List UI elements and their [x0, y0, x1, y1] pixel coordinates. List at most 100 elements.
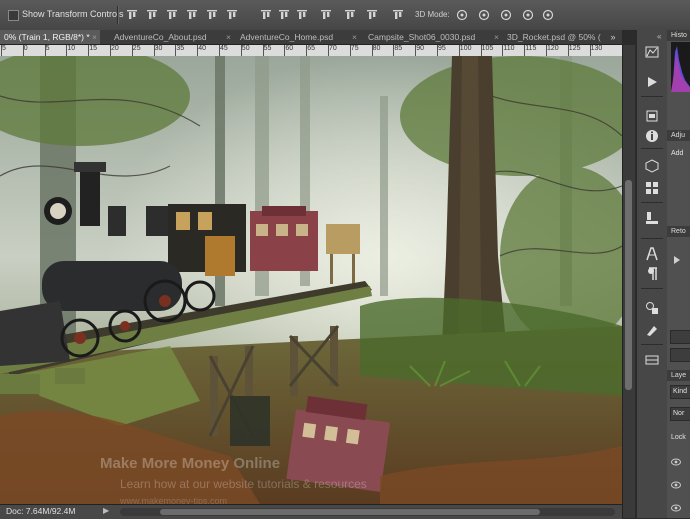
blend-mode-select[interactable]: Nor	[670, 407, 690, 421]
brush-presets-icon[interactable]	[644, 210, 660, 226]
retouch-slider[interactable]	[670, 348, 690, 362]
tool-presets-icon[interactable]	[644, 322, 660, 338]
align-left-edges-icon[interactable]	[186, 9, 198, 21]
ruler-major-tick	[219, 45, 220, 56]
distribute-top-icon[interactable]	[260, 9, 272, 21]
clone-source-icon[interactable]	[644, 300, 660, 316]
slide-3d-icon[interactable]	[522, 9, 534, 21]
panel-group-divider	[641, 96, 663, 97]
ruler-tick-label: 50	[241, 45, 250, 52]
adjustments-icon[interactable]	[644, 108, 660, 124]
ruler-major-tick	[175, 45, 177, 56]
close-icon[interactable]: ×	[494, 30, 499, 44]
character-icon[interactable]	[644, 246, 660, 262]
ruler-tick-label: 40	[198, 45, 206, 52]
ruler-tick-label: 85	[394, 45, 403, 52]
swatches-icon[interactable]	[644, 180, 660, 196]
align-right-edges-icon[interactable]	[226, 9, 238, 21]
status-bar: Doc: 7.64M/92.4M ▶	[0, 504, 622, 519]
histogram-icon[interactable]	[644, 44, 660, 60]
tab-campsite-shot06[interactable]: Campsite_Shot06_0030.psd ×	[364, 30, 502, 44]
tab-label: 3D_Rocket.psd @ 50% (	[507, 32, 601, 42]
ruler-major-tick	[415, 45, 417, 56]
forest-train-composite-image	[0, 56, 622, 504]
distribute-right-icon[interactable]	[366, 9, 378, 21]
close-icon[interactable]: ×	[92, 30, 97, 44]
ruler-major-tick	[393, 45, 395, 56]
options-separator	[117, 6, 119, 24]
align-bottom-edges-icon[interactable]	[166, 9, 178, 21]
tab-3d-rocket[interactable]: 3D_Rocket.psd @ 50% (	[503, 30, 607, 44]
document-canvas[interactable]: Make More Money Online Learn how at our …	[0, 56, 622, 504]
distribute-horizontal-centers-icon[interactable]	[344, 9, 356, 21]
ruler-major-tick	[349, 45, 351, 56]
info-icon[interactable]	[644, 128, 660, 144]
distribute-left-icon[interactable]	[320, 9, 332, 21]
doc-size-readout[interactable]: Doc: 7.64M/92.4M	[6, 506, 75, 516]
rotate-3d-icon[interactable]	[456, 9, 468, 21]
ruler-major-tick	[480, 45, 482, 56]
distribute-bottom-icon[interactable]	[296, 9, 308, 21]
ruler-major-tick	[458, 45, 460, 56]
status-menu-arrow-icon[interactable]: ▶	[103, 506, 109, 515]
horizontal-scrollbar[interactable]	[120, 508, 615, 516]
layers-kind-label: Kind	[673, 388, 688, 395]
align-top-edges-icon[interactable]	[126, 9, 138, 21]
ruler-major-tick	[240, 45, 242, 56]
ruler-major-tick	[153, 45, 155, 56]
adjustments-panel-title[interactable]: Adju	[667, 130, 690, 141]
align-vertical-centers-icon[interactable]	[146, 9, 158, 21]
play-icon[interactable]	[672, 252, 682, 264]
ruler-tick-label: 5	[45, 45, 50, 52]
retouch-panel-title[interactable]: Reto	[667, 226, 690, 237]
ruler-tick-label: 35	[176, 45, 185, 52]
close-icon[interactable]: ×	[352, 30, 357, 44]
distribute-vertical-centers-icon[interactable]	[278, 9, 290, 21]
retouch-field[interactable]	[670, 330, 690, 344]
ruler-major-tick	[524, 45, 526, 56]
ruler-major-tick	[197, 45, 199, 56]
layers-panel-title[interactable]: Laye	[667, 370, 690, 381]
tab-overflow-button[interactable]: »	[604, 30, 622, 44]
tab-adventureco-about[interactable]: AdventureCo_About.psd ×	[110, 30, 234, 44]
layer-visibility-eye-icon[interactable]	[671, 504, 681, 512]
collapse-panels-icon[interactable]: «	[657, 32, 661, 41]
layer-visibility-eye-icon[interactable]	[671, 458, 681, 466]
ruler-tick-label: 45	[220, 45, 228, 52]
3d-mode-label: 3D Mode:	[415, 10, 450, 19]
show-transform-controls-checkbox[interactable]	[8, 10, 19, 21]
auto-align-icon[interactable]	[392, 9, 404, 21]
drag-3d-icon[interactable]	[500, 9, 512, 21]
layer-visibility-eye-icon[interactable]	[671, 481, 681, 489]
watermark-subtitle: Learn how at our website tutorials & res…	[120, 477, 367, 491]
ruler-tick-label: 105	[481, 45, 494, 52]
layers-kind-filter[interactable]: Kind	[670, 385, 690, 399]
ruler-major-tick	[131, 45, 133, 56]
ruler-major-tick	[262, 45, 264, 56]
document-tab-bar: 0% (Train 1, RGB/8*) * × AdventureCo_Abo…	[0, 30, 622, 45]
watermark-title: Make More Money Online	[100, 455, 281, 472]
ruler-major-tick	[589, 45, 591, 56]
panel-group-divider	[641, 202, 663, 203]
tab-adventureco-home[interactable]: AdventureCo_Home.psd ×	[236, 30, 360, 44]
vertical-scrollbar[interactable]	[622, 45, 635, 518]
close-icon[interactable]: ×	[226, 30, 231, 44]
tab-train-1[interactable]: 0% (Train 1, RGB/8*) * ×	[0, 30, 100, 44]
ruler-tick-label: 90	[416, 45, 424, 52]
roll-3d-icon[interactable]	[478, 9, 490, 21]
horizontal-scroll-thumb[interactable]	[160, 509, 540, 515]
vertical-scroll-thumb[interactable]	[625, 180, 632, 390]
3d-icon[interactable]	[644, 158, 660, 174]
ruler-major-tick	[110, 45, 111, 56]
align-horizontal-centers-icon[interactable]	[206, 9, 218, 21]
scale-3d-icon[interactable]	[542, 9, 554, 21]
histogram-graph	[671, 42, 690, 92]
ruler-tick-label: 75	[350, 45, 359, 52]
play-actions-icon[interactable]	[644, 74, 660, 90]
ruler-tick-label: 20	[111, 45, 119, 52]
timeline-icon[interactable]	[644, 352, 660, 368]
paragraph-icon[interactable]	[644, 266, 660, 282]
options-bar: Show Transform Controls 3D Mode:	[0, 0, 690, 31]
histogram-panel-title[interactable]: Histo	[667, 30, 690, 41]
ruler-major-tick	[1, 45, 2, 56]
